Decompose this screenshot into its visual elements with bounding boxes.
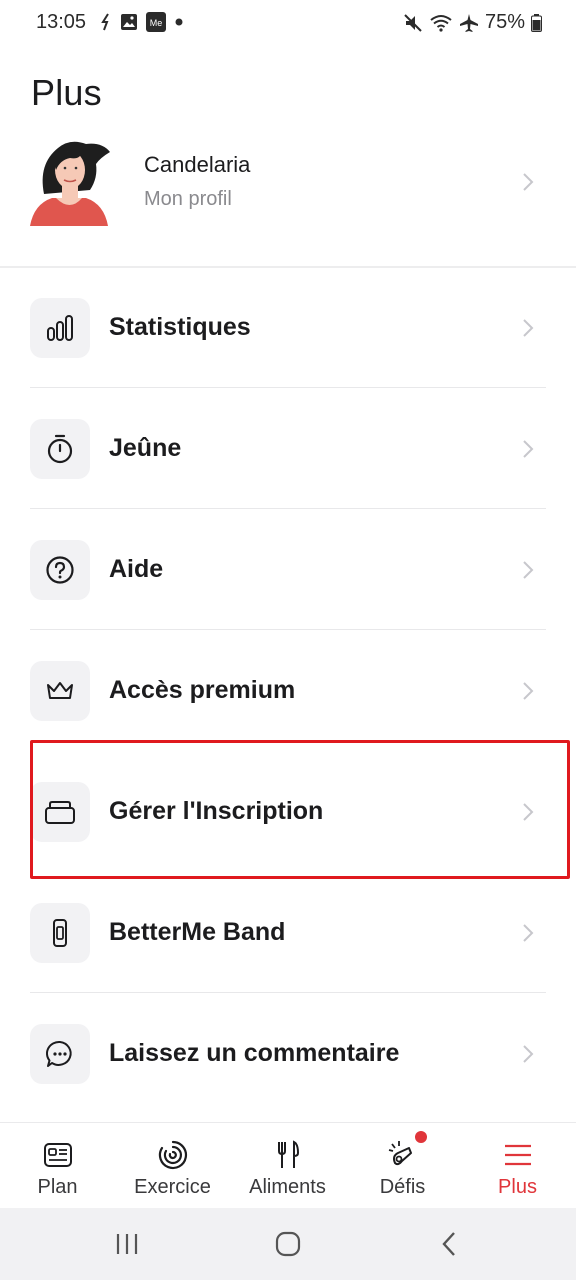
- page-title: Plus: [31, 72, 102, 113]
- back-button[interactable]: [430, 1228, 470, 1260]
- tab-label: Plan: [37, 1176, 78, 1198]
- home-icon: [275, 1231, 301, 1257]
- system-nav-bar: [0, 1208, 576, 1280]
- tab-plan[interactable]: Plan: [0, 1123, 115, 1209]
- menu-item-commentaire[interactable]: Laissez un commentaire: [30, 994, 546, 1114]
- bar-chart-icon: [47, 315, 73, 341]
- chevron-right-icon: [523, 924, 534, 942]
- mute-icon: [404, 13, 422, 32]
- menu-divider: [30, 629, 546, 630]
- menu-item-label: Statistiques: [109, 313, 251, 341]
- chevron-right-icon: [523, 682, 534, 700]
- tab-label: Exercice: [134, 1176, 211, 1198]
- airplane-icon: [459, 13, 478, 32]
- tab-defis[interactable]: Défis: [345, 1123, 460, 1209]
- battery-icon: [531, 13, 542, 32]
- menu-item-label: Jeûne: [109, 434, 182, 462]
- me-app-icon: Me: [146, 12, 166, 32]
- plan-icon: [43, 1143, 72, 1167]
- menu-icon-box: [30, 419, 90, 479]
- tab-label: Aliments: [249, 1176, 326, 1198]
- menu-icon-box: [30, 298, 90, 358]
- menu-item-jeune[interactable]: Jeûne: [30, 389, 546, 509]
- utensils-icon: [277, 1140, 299, 1168]
- help-icon: [46, 556, 74, 584]
- tab-label: Défis: [379, 1176, 426, 1198]
- menu-item-label: BetterMe Band: [109, 918, 286, 946]
- profile-row[interactable]: Candelaria Mon profil: [0, 130, 576, 234]
- menu-item-aide[interactable]: Aide: [30, 510, 546, 630]
- challenges-icon: [388, 1141, 412, 1166]
- menu-divider: [30, 387, 546, 388]
- menu-icon: [504, 1144, 531, 1166]
- notification-badge: [415, 1131, 427, 1143]
- menu-icon-box: [30, 903, 90, 963]
- profile-subtitle: Mon profil: [144, 188, 232, 210]
- status-bar: 13:05 Me 75%: [0, 0, 576, 46]
- menu-item-betterme-band[interactable]: BetterMe Band: [30, 873, 546, 993]
- menu-item-statistiques[interactable]: Statistiques: [30, 268, 546, 388]
- tab-label: Plus: [498, 1176, 537, 1198]
- wifi-icon: [430, 14, 452, 32]
- bottom-tab-bar: Plan Exercice Aliments Défis Plus: [0, 1122, 576, 1208]
- chevron-right-icon: [523, 1045, 534, 1063]
- menu-item-label: Laissez un commentaire: [109, 1039, 400, 1067]
- battery-percent: 75%: [484, 11, 525, 33]
- avatar: [30, 141, 110, 226]
- menu-item-label: Accès premium: [109, 676, 296, 704]
- menu-divider: [30, 992, 546, 993]
- menu-item-acces-premium[interactable]: Accès premium: [30, 631, 546, 751]
- chevron-right-icon: [523, 173, 534, 191]
- recent-apps-button[interactable]: [107, 1228, 147, 1260]
- svg-text:Me: Me: [150, 18, 163, 28]
- chevron-right-icon: [523, 561, 534, 579]
- profile-name: Candelaria: [144, 152, 251, 177]
- menu-icon-box: [30, 661, 90, 721]
- tab-aliments[interactable]: Aliments: [230, 1123, 345, 1209]
- comment-icon: [45, 1040, 72, 1067]
- back-icon: [442, 1232, 455, 1256]
- call-forward-icon: [101, 13, 109, 31]
- chevron-right-icon: [523, 440, 534, 458]
- status-system-icons: 75%: [403, 11, 542, 34]
- menu-item-label: Aide: [109, 555, 164, 583]
- home-button[interactable]: [268, 1228, 308, 1260]
- exercise-icon: [158, 1140, 187, 1170]
- recent-apps-icon: [116, 1234, 138, 1254]
- highlight-box: [30, 740, 570, 879]
- dot-icon: [175, 18, 183, 26]
- tab-plus[interactable]: Plus: [460, 1123, 575, 1209]
- timer-icon: [47, 434, 73, 464]
- chevron-right-icon: [523, 319, 534, 337]
- menu-icon-box: [30, 540, 90, 600]
- crown-icon: [47, 682, 73, 699]
- menu-divider: [30, 508, 546, 509]
- menu-icon-box: [30, 1024, 90, 1084]
- status-notification-icons: Me: [100, 12, 184, 32]
- band-icon: [53, 919, 67, 947]
- tab-exercice[interactable]: Exercice: [115, 1123, 230, 1209]
- image-icon: [121, 14, 137, 30]
- status-time: 13:05: [36, 11, 87, 33]
